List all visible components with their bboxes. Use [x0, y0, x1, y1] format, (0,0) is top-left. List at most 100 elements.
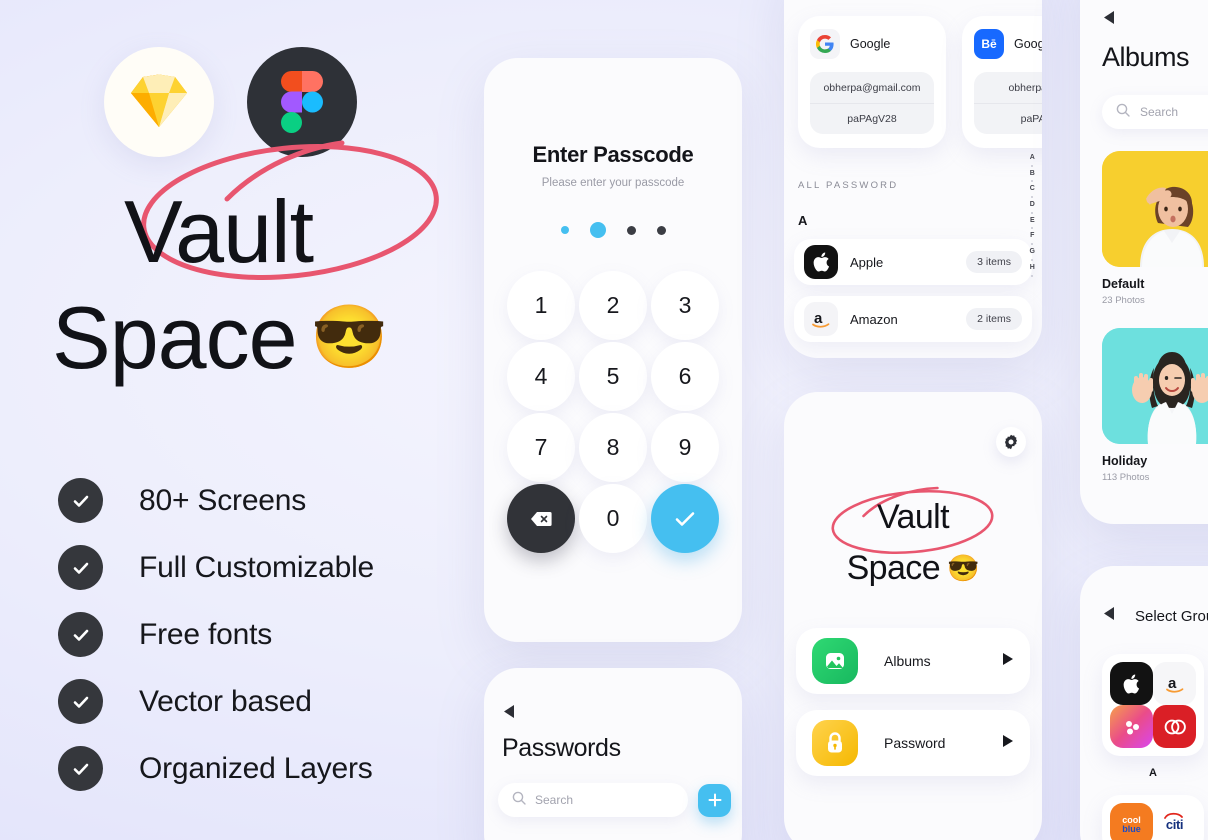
keypad-key-1[interactable]: 1	[507, 271, 575, 340]
amazon-icon: a	[1153, 662, 1196, 705]
passwords-search-row: Search	[498, 783, 742, 817]
figma-logo	[247, 47, 357, 157]
keypad-key-9[interactable]: 9	[651, 413, 719, 482]
alpha-index-letter[interactable]: H	[1030, 264, 1035, 272]
password-row-apple[interactable]: Apple 3 items	[794, 239, 1032, 285]
passwords-screen: Passwords Search	[484, 668, 742, 840]
passcode-dot	[656, 225, 666, 235]
keypad-key-6[interactable]: 6	[651, 342, 719, 411]
confirm-check-icon[interactable]	[651, 484, 719, 553]
passcode-screen: Enter Passcode Please enter your passcod…	[484, 58, 742, 642]
alpha-index-letter[interactable]: B	[1030, 170, 1035, 178]
group-letter: A	[1149, 767, 1157, 779]
feature-item: Free fonts	[58, 612, 374, 657]
keypad-key-3[interactable]: 3	[651, 271, 719, 340]
vault-menu-list: Albums Password	[784, 628, 1042, 776]
albums-screen: Albums Search Default 23 Photos Holiday …	[1080, 0, 1208, 524]
coolblue-icon: cool blue	[1110, 803, 1153, 840]
feature-list: 80+ Screens Full Customizable Free fonts…	[58, 478, 374, 791]
svg-text:a: a	[1168, 675, 1177, 692]
apple-icon	[1110, 662, 1153, 705]
vault-space-menu-screen: Vault Space 😎 Albums Password	[784, 392, 1042, 840]
alpha-index-letter[interactable]: E	[1030, 217, 1035, 225]
chevron-right-icon	[1002, 652, 1014, 671]
feature-label: 80+ Screens	[139, 483, 307, 517]
keypad-key-8[interactable]: 8	[579, 413, 647, 482]
add-password-button[interactable]	[698, 783, 731, 817]
back-arrow-icon[interactable]	[1102, 10, 1208, 30]
sketch-logo	[104, 47, 214, 157]
site-card-behance[interactable]: Bē Goog obherpa@g paPAg	[962, 16, 1042, 148]
alpha-index-letter[interactable]: F	[1030, 232, 1034, 240]
password-row-amazon[interactable]: a Amazon 2 items	[794, 296, 1032, 342]
album-name: Holiday	[1102, 454, 1148, 468]
keypad-key-5[interactable]: 5	[579, 342, 647, 411]
feature-label: Free fonts	[139, 617, 273, 651]
album-photo-count: 23 Photos	[1102, 295, 1145, 306]
menu-item-password[interactable]: Password	[796, 710, 1030, 776]
photo-icon	[812, 638, 858, 684]
sunglasses-emoji-icon: 😎	[310, 303, 388, 372]
group-tile-a[interactable]: a	[1102, 654, 1204, 756]
site-card-google[interactable]: Google obherpa@gmail.com paPAgV28	[798, 16, 946, 148]
password-row-name: Amazon	[850, 311, 898, 327]
alpha-index-letter[interactable]: A	[1030, 154, 1035, 162]
alpha-index-dot	[1031, 274, 1034, 277]
all-passwords-screen: Google obherpa@gmail.com paPAgV28 Bē Goo…	[784, 0, 1042, 358]
password-row-count: 3 items	[966, 251, 1022, 273]
search-placeholder: Search	[1140, 105, 1179, 119]
alpha-index-dot	[1031, 180, 1034, 183]
feature-label: Organized Layers	[139, 751, 373, 785]
keypad-key-7[interactable]: 7	[507, 413, 575, 482]
search-placeholder: Search	[535, 793, 574, 807]
backspace-icon[interactable]	[507, 484, 575, 553]
alphabet-index[interactable]: A B C D E F G H	[1030, 154, 1035, 277]
dribbble-icon	[1110, 705, 1153, 748]
album-thumbnail	[1102, 328, 1208, 444]
site-name: Google	[850, 37, 891, 51]
search-input[interactable]: Search	[498, 783, 688, 817]
passcode-dot	[626, 225, 636, 235]
site-email: obherpa@gmail.com	[823, 81, 921, 94]
album-card-default[interactable]: Default 23 Photos	[1102, 151, 1208, 306]
numeric-keypad: 1 2 3 4 5 6 7 8 9 0	[507, 271, 719, 553]
site-password: paPAg	[974, 103, 1042, 134]
album-card-holiday[interactable]: Holiday 113 Photos	[1102, 328, 1208, 483]
menu-item-albums[interactable]: Albums	[796, 628, 1030, 694]
keypad-key-2[interactable]: 2	[579, 271, 647, 340]
select-group-header: Select Group	[1102, 606, 1208, 626]
passcode-dot	[560, 226, 569, 234]
recent-site-cards: Google obherpa@gmail.com paPAgV28 Bē Goo…	[784, 0, 1042, 148]
passcode-subtitle: Please enter your passcode	[541, 177, 685, 189]
keypad-key-4[interactable]: 4	[507, 342, 575, 411]
back-arrow-icon[interactable]	[1102, 606, 1115, 626]
select-group-title: Select Group	[1135, 607, 1208, 625]
search-icon	[512, 791, 526, 810]
alpha-index-dot	[1031, 196, 1034, 199]
check-icon	[58, 746, 103, 791]
alpha-index-letter[interactable]: D	[1030, 201, 1035, 209]
alpha-index-dot	[1031, 258, 1034, 261]
keypad-key-0[interactable]: 0	[579, 484, 647, 553]
behance-icon: Bē	[974, 29, 1004, 59]
alpha-index-letter[interactable]: G	[1030, 248, 1035, 256]
google-icon	[810, 29, 840, 59]
search-input[interactable]: Search	[1102, 95, 1208, 129]
hero-word-vault: Vault	[124, 182, 314, 281]
menu-item-label: Albums	[884, 653, 931, 669]
apple-icon	[804, 245, 838, 279]
back-arrow-icon[interactable]	[502, 704, 742, 724]
gear-icon[interactable]	[996, 427, 1026, 457]
select-group-screen: Select Group a A cool	[1080, 566, 1208, 840]
feature-item: Full Customizable	[58, 545, 374, 590]
amazon-icon: a	[804, 302, 838, 336]
alpha-index-letter[interactable]: C	[1030, 185, 1035, 193]
hero-word-space: Space	[52, 288, 298, 387]
check-icon	[58, 612, 103, 657]
site-email: obherpa@g	[1008, 81, 1042, 94]
hero-section: Vault Space 😎 80+ Screens Full Customiza…	[0, 0, 480, 840]
passwords-title: Passwords	[502, 734, 621, 762]
search-icon	[1116, 103, 1130, 122]
alpha-index-dot	[1031, 243, 1034, 246]
group-tile-next[interactable]: cool blue citi	[1102, 795, 1204, 840]
